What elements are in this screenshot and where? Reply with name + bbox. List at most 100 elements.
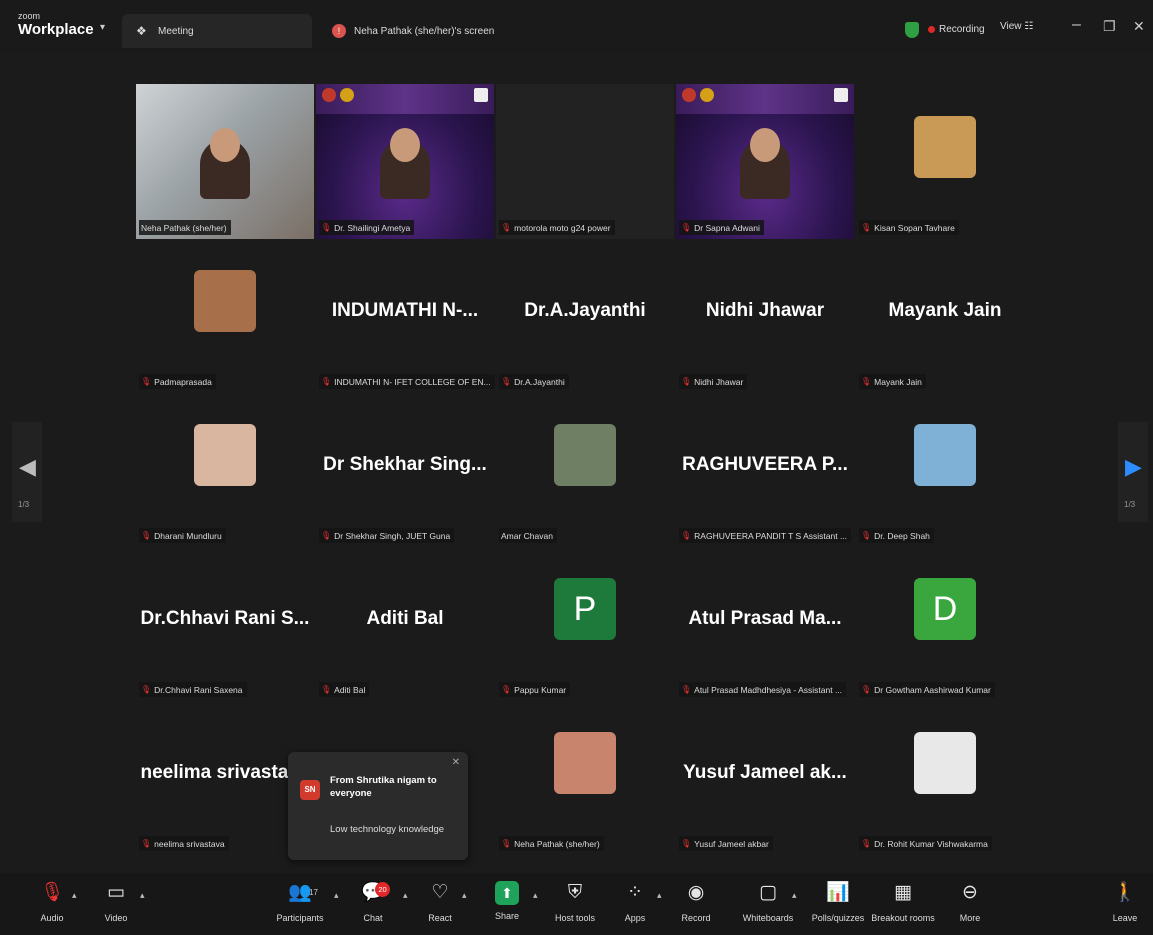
participant-tile[interactable]: 🎙 Dharani Mundluru bbox=[136, 392, 314, 547]
participant-name-label: Amar Chavan bbox=[499, 528, 557, 543]
chat-button[interactable]: 💬 20 Chat bbox=[338, 879, 408, 923]
participant-tile[interactable]: RAGHUVEERA P... 🎙 RAGHUVEERA PANDIT T S As… bbox=[676, 392, 854, 547]
recording-indicator[interactable]: Recording bbox=[928, 24, 985, 35]
more-icon: ⊖ bbox=[962, 882, 978, 903]
polls-button[interactable]: 📊 Polls/quizzes bbox=[803, 879, 873, 923]
security-shield-icon[interactable] bbox=[905, 22, 919, 38]
participant-display-name: Aditi Bal bbox=[366, 608, 444, 629]
participant-name: Dr. Deep Shah bbox=[874, 530, 930, 541]
chat-sender: From Shrutika nigam to everyone bbox=[330, 775, 437, 799]
video-label: Video bbox=[104, 913, 128, 923]
participant-name: Kisan Sopan Tavhare bbox=[874, 222, 955, 233]
participant-tile[interactable]: Amar Chavan bbox=[496, 392, 674, 547]
participant-tile[interactable]: D 🎙 Dr Gowtham Aashirwad Kumar bbox=[856, 546, 1034, 701]
minimize-icon[interactable]: – bbox=[1072, 16, 1081, 34]
participant-name-label: 🎙 Aditi Bal bbox=[319, 682, 370, 697]
close-icon[interactable]: ✕ bbox=[1133, 18, 1145, 35]
participant-name-label: 🎙 motorola moto g24 power bbox=[499, 220, 615, 235]
participant-face bbox=[210, 128, 240, 162]
participant-name-label: 🎙 neelima srivastava bbox=[139, 836, 229, 851]
participant-tile[interactable]: Dr.A.Jayanthi 🎙 Dr.A.Jayanthi bbox=[496, 238, 674, 393]
view-button[interactable]: View ☷ bbox=[1000, 21, 1033, 32]
microphone-muted-icon: 🎙 bbox=[681, 223, 692, 232]
share-options-chevron-icon[interactable]: ▴ bbox=[533, 890, 538, 901]
institute-logo-icon bbox=[322, 88, 336, 102]
institute-logo-icon bbox=[700, 88, 714, 102]
react-button[interactable]: ♡ React bbox=[405, 879, 475, 923]
participant-tile[interactable]: 🎙 Dr. Shailingi Ametya bbox=[316, 84, 494, 239]
participant-tile[interactable]: Dr Shekhar Sing... 🎙 Dr Shekhar Singh, JUE… bbox=[316, 392, 494, 547]
microphone-muted-icon: 🎙 bbox=[321, 377, 332, 386]
participant-tile[interactable]: Aditi Bal 🎙 Aditi Bal bbox=[316, 546, 494, 701]
video-button[interactable]: ▭ Video bbox=[81, 879, 151, 923]
participant-face bbox=[390, 128, 420, 162]
more-button[interactable]: ⊖ More bbox=[935, 879, 1005, 923]
whiteboards-options-chevron-icon[interactable]: ▴ bbox=[792, 890, 797, 901]
participant-display-name: Dr.A.Jayanthi bbox=[524, 300, 646, 321]
microphone-muted-icon: 🎙 bbox=[861, 223, 872, 232]
tab-meeting[interactable]: ❖ Meeting bbox=[122, 14, 312, 48]
microphone-muted-icon: 🎙 bbox=[141, 531, 152, 540]
audio-button[interactable]: 🎙 Audio bbox=[17, 879, 87, 923]
participant-name: Yusuf Jameel akbar bbox=[694, 838, 769, 849]
participant-display-name: Nidhi Jhawar bbox=[705, 300, 825, 321]
participant-name-label: 🎙 Dr Gowtham Aashirwad Kumar bbox=[859, 682, 995, 697]
video-options-chevron-icon[interactable]: ▴ bbox=[140, 890, 145, 901]
react-options-chevron-icon[interactable]: ▴ bbox=[462, 890, 467, 901]
participant-tile[interactable]: Nidhi Jhawar 🎙 Nidhi Jhawar bbox=[676, 238, 854, 393]
next-page-button[interactable]: ▶ 1/3 bbox=[1118, 422, 1148, 522]
previous-page-button[interactable]: ◀ 1/3 bbox=[12, 422, 42, 522]
participant-name: Nidhi Jhawar bbox=[694, 376, 744, 387]
participant-tile[interactable]: 🎙 Kisan Sopan Tavhare bbox=[856, 84, 1034, 239]
whiteboards-button[interactable]: ▢ Whiteboards bbox=[733, 879, 803, 923]
participant-name-label: 🎙 Padmaprasada bbox=[139, 374, 216, 389]
participant-display-name: Mayank Jain bbox=[888, 300, 1002, 321]
share-button[interactable]: ⬆ Share bbox=[472, 879, 542, 921]
logo-big-text: Workplace bbox=[18, 21, 94, 38]
leave-button[interactable]: 🚶 Leave bbox=[1090, 879, 1153, 923]
microphone-muted-icon: 🎙 bbox=[681, 531, 692, 540]
participant-name-label: 🎙 Dr.A.Jayanthi bbox=[499, 374, 569, 389]
participant-tile[interactable]: Atul Prasad Ma... 🎙 Atul Prasad Madhdhesiy… bbox=[676, 546, 854, 701]
recording-label: Recording bbox=[939, 24, 985, 35]
chat-icon: 💬 bbox=[361, 882, 385, 903]
participant-tile[interactable]: 🎙 Dr. Rohit Kumar Vishwakarma bbox=[856, 700, 1034, 855]
participant-tile[interactable]: INDUMATHI N-... 🎙 INDUMATHI N- IFET COLLEG… bbox=[316, 238, 495, 393]
participant-tile[interactable]: Yusuf Jameel ak... 🎙 Yusuf Jameel akbar bbox=[676, 700, 854, 855]
participant-avatar bbox=[194, 424, 256, 486]
participant-tile[interactable]: 🎙 Padmaprasada bbox=[136, 238, 314, 393]
microphone-muted-icon: 🎙 bbox=[321, 223, 332, 232]
participant-name: motorola moto g24 power bbox=[514, 222, 611, 233]
participant-tile[interactable]: 🎙 Dr Sapna Adwani bbox=[676, 84, 854, 239]
participant-tile[interactable]: Dr.Chhavi Rani S... 🎙 Dr.Chhavi Rani Saxen… bbox=[136, 546, 314, 701]
participants-button[interactable]: 👥 17 Participants bbox=[265, 879, 335, 923]
grid-view-icon: ☷ bbox=[1024, 21, 1034, 32]
leave-icon: 🚶 bbox=[1113, 882, 1137, 903]
microphone-muted-icon: 🎙 bbox=[501, 223, 512, 232]
chat-notification-popup[interactable]: SN From Shrutika nigam to everyone Low t… bbox=[288, 752, 468, 860]
close-icon[interactable]: ✕ bbox=[452, 757, 460, 768]
participant-tile[interactable]: 🎙 motorola moto g24 power bbox=[496, 84, 674, 239]
restore-icon[interactable]: ❐ bbox=[1103, 18, 1116, 35]
apps-button[interactable]: ⁘ Apps bbox=[600, 879, 670, 923]
microphone-muted-icon: 🎙 bbox=[321, 531, 332, 540]
audio-label: Audio bbox=[40, 913, 64, 923]
participant-name-label: 🎙 Dr Sapna Adwani bbox=[679, 220, 764, 235]
participant-tile[interactable]: 🎙 Neha Pathak (she/her) bbox=[496, 700, 674, 855]
participant-name: Dr. Rohit Kumar Vishwakarma bbox=[874, 838, 988, 849]
whiteboards-label: Whiteboards bbox=[742, 913, 794, 923]
participant-tile[interactable]: Neha Pathak (she/her) bbox=[136, 84, 314, 239]
participant-tile[interactable]: P 🎙 Pappu Kumar bbox=[496, 546, 674, 701]
participant-tile[interactable]: Mayank Jain 🎙 Mayank Jain bbox=[856, 238, 1034, 393]
participant-display-name: Dr Shekhar Sing... bbox=[323, 454, 487, 475]
institute-logo-icon bbox=[682, 88, 696, 102]
tab-shared-screen[interactable]: ! Neha Pathak (she/her)'s screen bbox=[318, 14, 568, 48]
audio-options-chevron-icon[interactable]: ▴ bbox=[72, 890, 77, 901]
participant-tile[interactable]: 🎙 Dr. Deep Shah bbox=[856, 392, 1034, 547]
record-button[interactable]: ◉ Record bbox=[661, 879, 731, 923]
zoom-workplace-logo[interactable]: zoom Workplace bbox=[18, 12, 94, 38]
microphone-muted-icon: 🎙 bbox=[501, 377, 512, 386]
app-menu-chevron-down-icon[interactable]: ▾ bbox=[100, 22, 105, 33]
microphone-muted-icon: 🎙 bbox=[861, 685, 872, 694]
breakout-button[interactable]: ▦ Breakout rooms bbox=[868, 879, 938, 923]
